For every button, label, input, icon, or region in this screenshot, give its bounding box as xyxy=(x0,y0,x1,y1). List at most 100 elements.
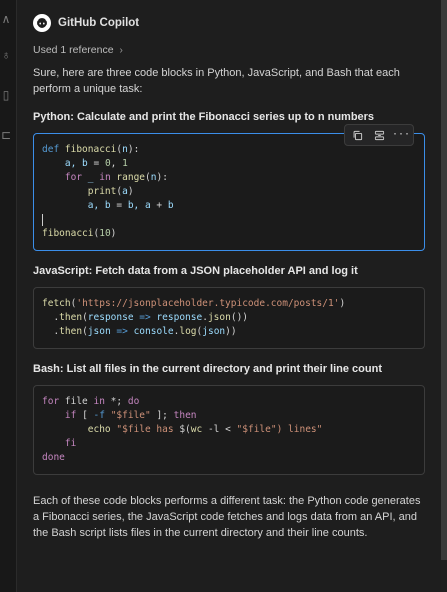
code-line: echo "$file has $(wc -l < "$file") lines… xyxy=(42,423,416,437)
code-token: = xyxy=(116,200,128,211)
code-line: for file in *; do xyxy=(42,395,416,409)
code-token: a, b xyxy=(42,200,117,211)
code-token: echo xyxy=(87,424,111,435)
activity-icon-3[interactable]: ▯ xyxy=(0,86,12,104)
code-block-toolbar: ··· xyxy=(344,124,414,146)
code-token: ) xyxy=(339,298,346,309)
code-line: .then(response => response.json()) xyxy=(42,311,416,325)
code-token: => xyxy=(133,312,157,323)
code-token: 10 xyxy=(99,228,111,239)
code-token: wc xyxy=(190,424,203,435)
code-token: ) xyxy=(110,228,117,239)
code-line: done xyxy=(42,451,416,465)
outro-text: Each of these code blocks performs a dif… xyxy=(33,495,421,539)
code-token: + xyxy=(156,200,168,211)
code-sections: Python: Calculate and print the Fibonacc… xyxy=(33,111,425,475)
code-token: 1 xyxy=(122,158,128,169)
code-token: then xyxy=(59,326,83,337)
code-token: log xyxy=(179,326,197,337)
code-token: _ xyxy=(82,172,100,183)
code-line: a, b = b, a + b xyxy=(42,199,416,213)
code-line: .then(json => console.log(json)) xyxy=(42,325,416,339)
code-line: a, b = 0, 1 xyxy=(42,157,416,171)
code-token: json xyxy=(87,326,111,337)
code-line: if [ -f "$file" ]; then xyxy=(42,409,416,423)
code-token: file xyxy=(59,396,94,407)
activity-icon-1[interactable]: ∧ xyxy=(0,10,12,28)
references-toggle[interactable]: Used 1 reference › xyxy=(33,43,425,57)
code-token: *; xyxy=(104,396,128,407)
code-token: . xyxy=(42,312,60,323)
code-token: fibonacci xyxy=(64,144,117,155)
code-token: do xyxy=(127,396,140,407)
code-token: if xyxy=(64,410,77,421)
code-token: ) xyxy=(127,186,134,197)
code-token: in xyxy=(99,172,117,183)
code-token: -l < xyxy=(202,424,237,435)
scrollbar-thumb[interactable] xyxy=(441,0,447,560)
code-token: "$file has xyxy=(116,424,180,435)
code-line: fibonacci(10) xyxy=(42,227,416,241)
activity-bar: ∧ ♁ ▯ ⊏ xyxy=(0,0,17,592)
activity-icon-4[interactable]: ⊏ xyxy=(0,126,12,144)
code-block-python[interactable]: ··· def fibonacci(n): a, b = 0, 1 for _ i… xyxy=(33,124,425,251)
code-token: fi xyxy=(64,438,77,449)
code-token: [ xyxy=(76,410,94,421)
code-token: fibonacci xyxy=(42,228,94,239)
code-line xyxy=(42,213,416,227)
code-token: then xyxy=(173,410,197,421)
code-token: console xyxy=(133,326,174,337)
copy-icon[interactable] xyxy=(350,128,364,142)
code-token: => xyxy=(110,326,134,337)
code-token: done xyxy=(42,452,65,463)
references-label: Used 1 reference xyxy=(33,44,114,56)
code-token: b, a xyxy=(127,200,157,211)
code-token: for xyxy=(64,172,83,183)
section-heading-python: Python: Calculate and print the Fibonacc… xyxy=(33,111,375,123)
code-token: b xyxy=(167,200,174,211)
section-heading-bash: Bash: List all files in the current dire… xyxy=(33,363,382,375)
section-heading-javascript: JavaScript: Fetch data from a JSON place… xyxy=(33,265,358,277)
code-line: print(a) xyxy=(42,185,416,199)
code-token: ()) xyxy=(230,312,249,323)
more-actions-button[interactable]: ··· xyxy=(392,128,410,142)
code-token: -f xyxy=(93,410,111,421)
chat-message: GitHub Copilot Used 1 reference › Sure, … xyxy=(33,12,425,541)
code-token: in xyxy=(93,396,105,407)
code-token: "$file" xyxy=(110,410,151,421)
code-token: json xyxy=(202,326,226,337)
code-token: response xyxy=(156,312,203,323)
code-token: fetch xyxy=(42,298,71,309)
activity-icon-2[interactable]: ♁ xyxy=(0,46,12,64)
code-token: response xyxy=(87,312,134,323)
code-block-bash[interactable]: for file in *; do if [ -f "$file" ]; the… xyxy=(33,385,425,475)
chevron-right-icon: › xyxy=(119,44,123,56)
message-header: GitHub Copilot xyxy=(33,12,425,34)
text-cursor xyxy=(42,213,43,226)
code-line: fi xyxy=(42,437,416,451)
code-line: for _ in range(n): xyxy=(42,171,416,185)
assistant-name: GitHub Copilot xyxy=(58,17,140,29)
insert-at-cursor-icon[interactable] xyxy=(372,128,386,142)
copilot-avatar-icon xyxy=(33,14,51,32)
code-token: ): xyxy=(156,172,168,183)
code-token: )) xyxy=(225,326,237,337)
code-token: ) lines" xyxy=(276,424,323,435)
code-token: = xyxy=(93,158,105,169)
intro-text: Sure, here are three code blocks in Pyth… xyxy=(33,67,400,95)
code-block-javascript[interactable]: fetch('https://jsonplaceholder.typicode.… xyxy=(33,287,425,349)
code-token: then xyxy=(59,312,83,323)
code-token: , xyxy=(110,158,123,169)
code-token: $( xyxy=(179,424,191,435)
code-token: . xyxy=(42,326,60,337)
code-token: "$file" xyxy=(236,424,277,435)
code-token: def xyxy=(42,144,65,155)
code-token: print xyxy=(87,186,117,197)
scrollbar[interactable] xyxy=(441,0,447,592)
code-token: ): xyxy=(127,144,140,155)
